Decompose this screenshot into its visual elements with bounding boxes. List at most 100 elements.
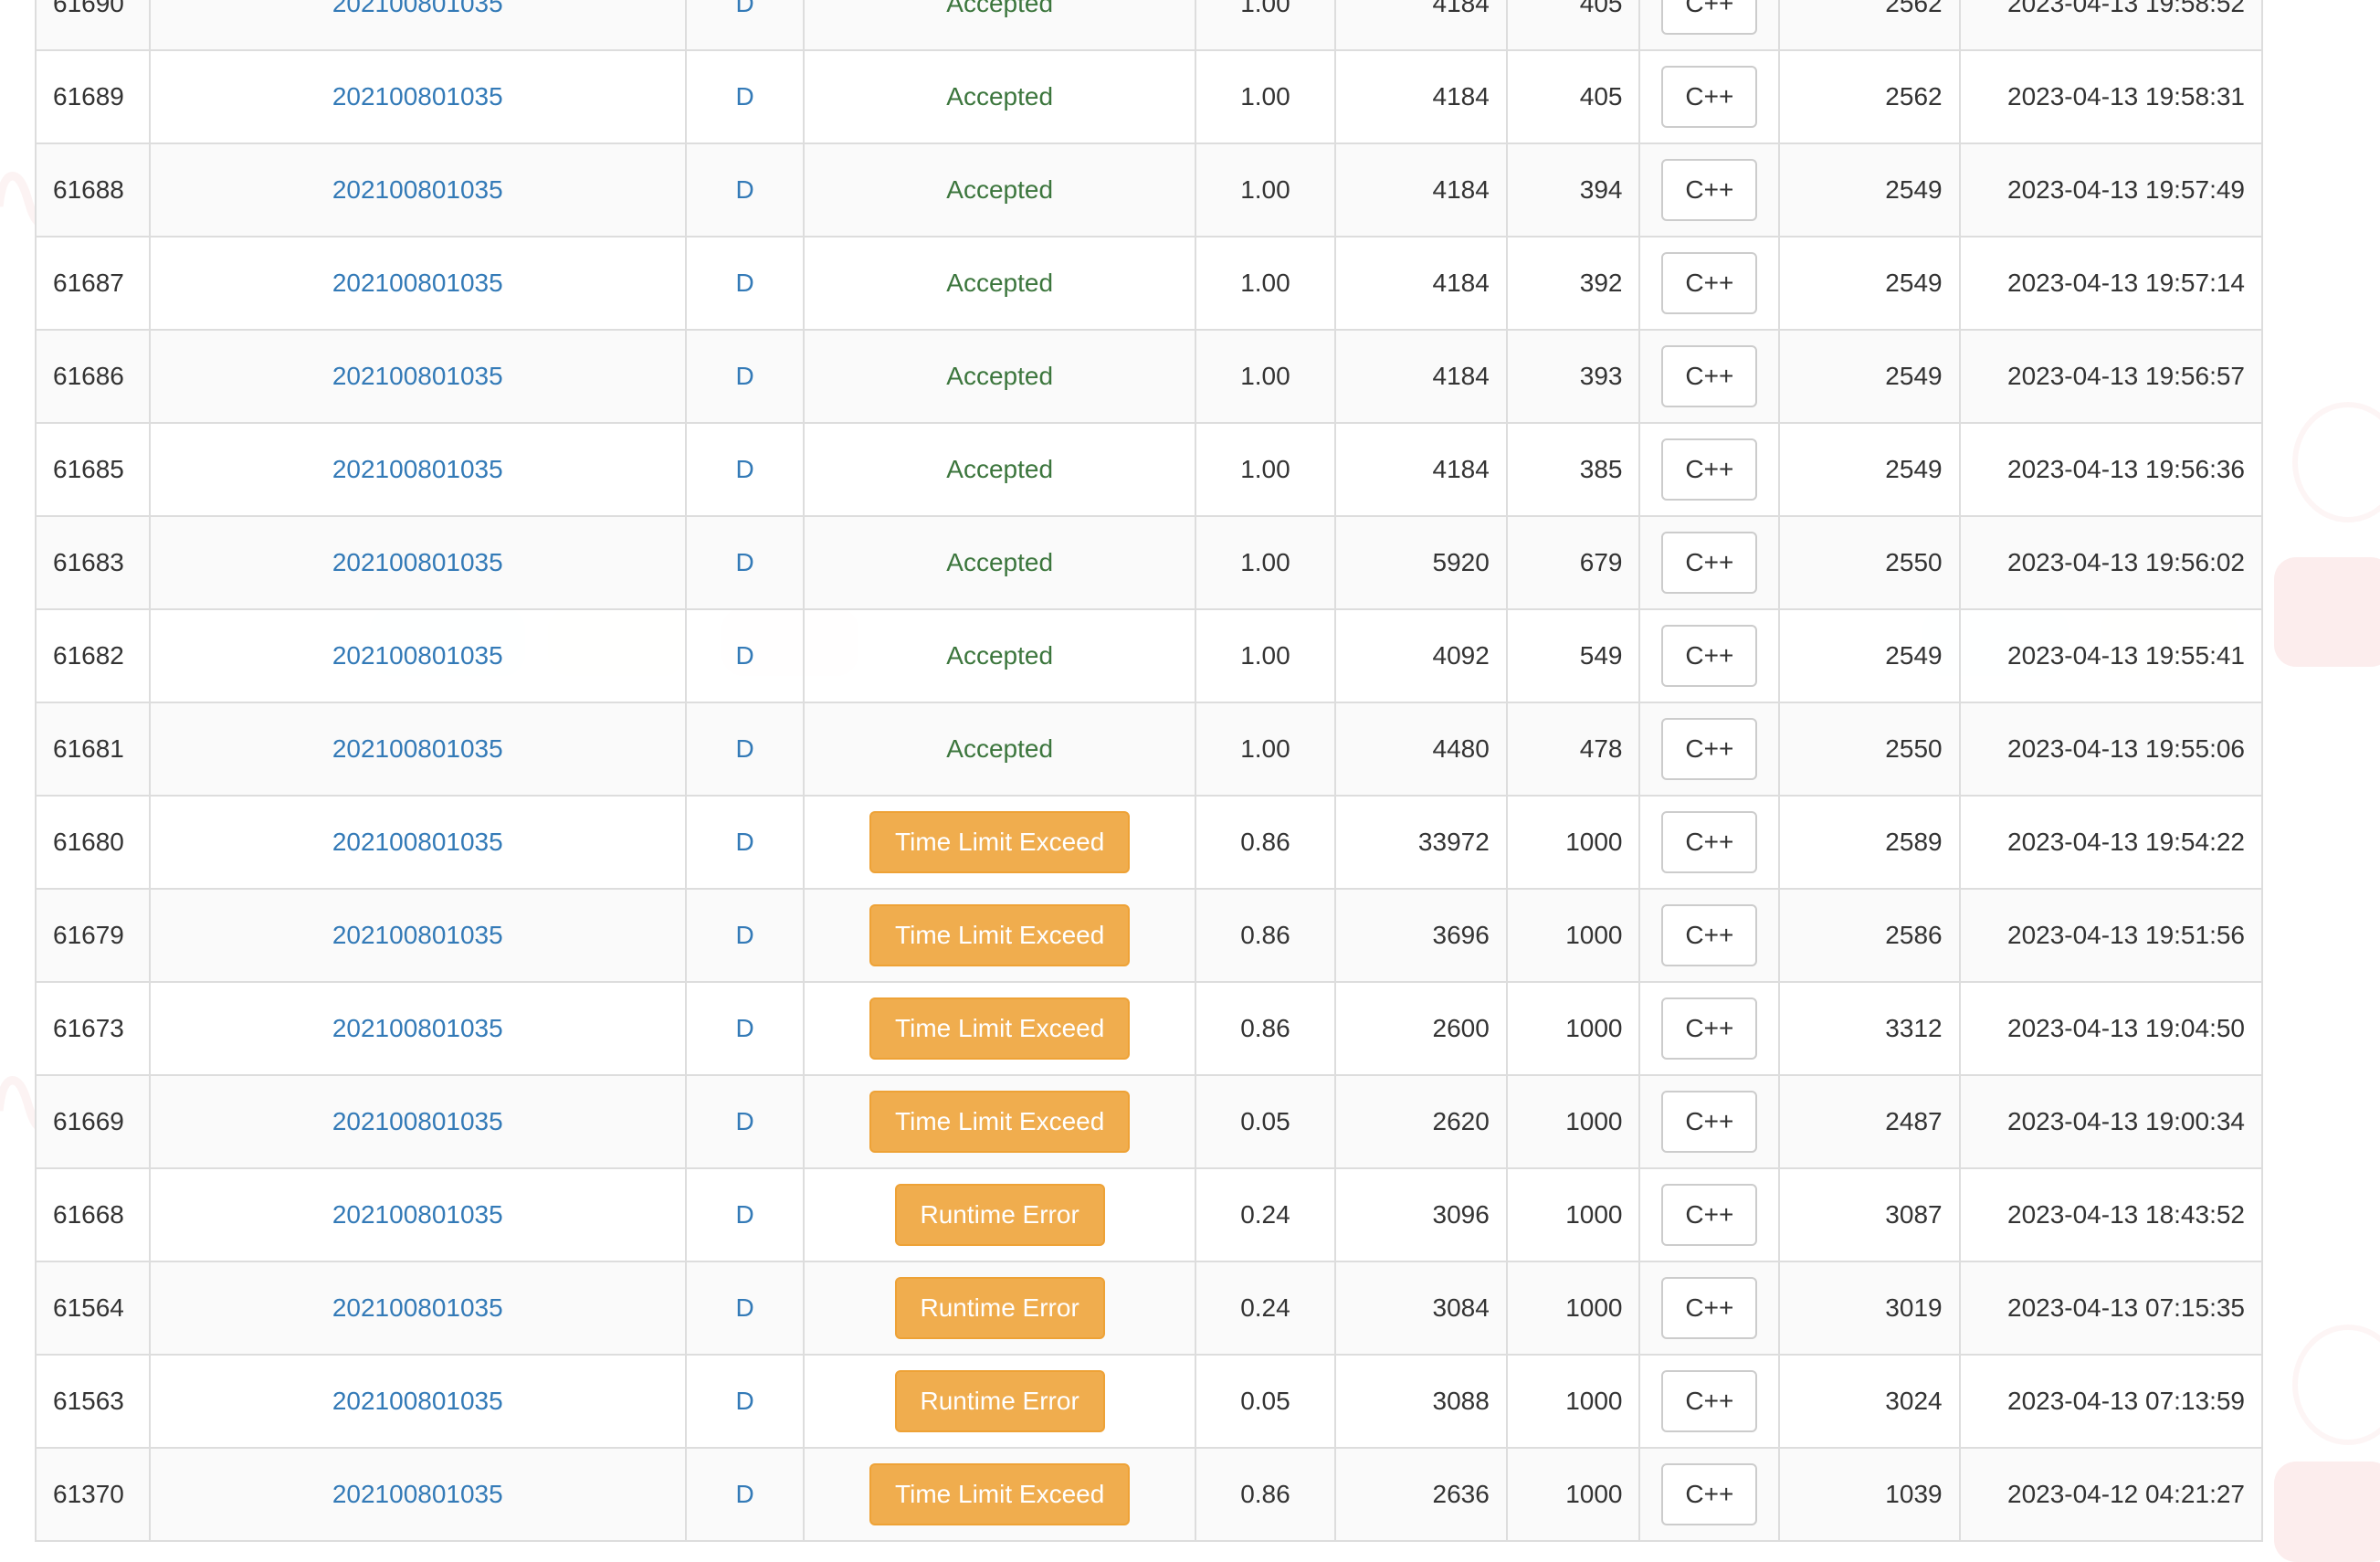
table-row: 61683 202100801035 D Accepted 1.00 5920 679 C++… xyxy=(35,515,2264,610)
problem-link[interactable]: D xyxy=(736,1480,754,1508)
language-button[interactable]: C++ xyxy=(1661,345,1758,407)
language-button[interactable]: C++ xyxy=(1661,1370,1758,1432)
problem-cell: D xyxy=(684,795,806,890)
user-link[interactable]: 202100801035 xyxy=(332,1387,503,1415)
language-button[interactable]: C++ xyxy=(1661,252,1758,314)
submit-time-cell: 2023-04-13 19:04:50 xyxy=(1958,981,2264,1076)
code-length-value: 2550 xyxy=(1885,548,1943,576)
problem-link[interactable]: D xyxy=(736,548,754,576)
language-button[interactable]: C++ xyxy=(1661,438,1758,501)
score-value: 1.00 xyxy=(1240,362,1290,390)
language-button[interactable]: C++ xyxy=(1661,1091,1758,1153)
language-button[interactable]: C++ xyxy=(1661,718,1758,780)
user-link[interactable]: 202100801035 xyxy=(332,641,503,670)
run-id-cell: 61682 xyxy=(35,608,151,703)
user-link[interactable]: 202100801035 xyxy=(332,362,503,390)
problem-link[interactable]: D xyxy=(736,1107,754,1135)
result-badge[interactable]: Runtime Error xyxy=(894,1277,1105,1339)
problem-link[interactable]: D xyxy=(736,1293,754,1322)
language-cell: C++ xyxy=(1638,49,1781,144)
result-badge[interactable]: Time Limit Exceed xyxy=(869,997,1131,1060)
user-link[interactable]: 202100801035 xyxy=(332,1014,503,1042)
user-link[interactable]: 202100801035 xyxy=(332,82,503,111)
result-cell: Time Limit Exceed xyxy=(803,1074,1197,1169)
problem-link[interactable]: D xyxy=(736,828,754,856)
language-button[interactable]: C++ xyxy=(1661,904,1758,966)
problem-link[interactable]: D xyxy=(736,1014,754,1042)
user-link[interactable]: 202100801035 xyxy=(332,921,503,949)
user-link[interactable]: 202100801035 xyxy=(332,548,503,576)
language-button[interactable]: C++ xyxy=(1661,532,1758,594)
score-value: 1.00 xyxy=(1240,175,1290,204)
user-link[interactable]: 202100801035 xyxy=(332,175,503,204)
table-row: 61669 202100801035 D Time Limit Exceed 0.05 2… xyxy=(35,1074,2264,1169)
score-value: 1.00 xyxy=(1240,82,1290,111)
language-button[interactable]: C++ xyxy=(1661,66,1758,128)
problem-link[interactable]: D xyxy=(736,0,754,17)
problem-link[interactable]: D xyxy=(736,362,754,390)
table-row: 61690 202100801035 D Accepted 1.00 4184 405 C++… xyxy=(35,0,2264,51)
language-cell: C++ xyxy=(1638,422,1781,517)
user-link[interactable]: 202100801035 xyxy=(332,269,503,297)
problem-link[interactable]: D xyxy=(736,175,754,204)
submit-time-value: 2023-04-13 19:56:36 xyxy=(2007,455,2245,483)
user-link[interactable]: 202100801035 xyxy=(332,1200,503,1229)
language-button[interactable]: C++ xyxy=(1661,1463,1758,1525)
time-value: 1000 xyxy=(1565,1480,1623,1508)
result-badge[interactable]: Time Limit Exceed xyxy=(869,811,1131,873)
score-value: 0.05 xyxy=(1240,1387,1290,1415)
problem-link[interactable]: D xyxy=(736,1200,754,1229)
result-badge[interactable]: Time Limit Exceed xyxy=(869,904,1131,966)
problem-link[interactable]: D xyxy=(736,82,754,111)
result-badge[interactable]: Time Limit Exceed xyxy=(869,1463,1131,1525)
table-row: 61673 202100801035 D Time Limit Exceed 0.86 2… xyxy=(35,981,2264,1076)
user-link[interactable]: 202100801035 xyxy=(332,828,503,856)
run-id: 61685 xyxy=(53,455,124,483)
code-length-value: 2549 xyxy=(1885,175,1943,204)
result-badge[interactable]: Runtime Error xyxy=(894,1184,1105,1246)
memory-value: 3084 xyxy=(1432,1293,1490,1322)
problem-cell: D xyxy=(684,236,806,331)
user-link[interactable]: 202100801035 xyxy=(332,455,503,483)
result-badge[interactable]: Time Limit Exceed xyxy=(869,1091,1131,1153)
table-row: 61689 202100801035 D Accepted 1.00 4184 405 C++… xyxy=(35,49,2264,144)
problem-link[interactable]: D xyxy=(736,455,754,483)
problem-link[interactable]: D xyxy=(736,921,754,949)
language-button[interactable]: C++ xyxy=(1661,997,1758,1060)
language-button[interactable]: C++ xyxy=(1661,625,1758,687)
user-link[interactable]: 202100801035 xyxy=(332,1293,503,1322)
code-length-cell: 2589 xyxy=(1778,795,1961,890)
problem-cell: D xyxy=(684,888,806,983)
run-id-cell: 61681 xyxy=(35,702,151,797)
language-button[interactable]: C++ xyxy=(1661,159,1758,221)
score-value: 1.00 xyxy=(1240,734,1290,763)
user-link[interactable]: 202100801035 xyxy=(332,0,503,17)
language-button[interactable]: C++ xyxy=(1661,1184,1758,1246)
submit-time-value: 2023-04-13 19:58:31 xyxy=(2007,82,2245,111)
table-row: 61681 202100801035 D Accepted 1.00 4480 478 C++… xyxy=(35,702,2264,797)
time-cell: 1000 xyxy=(1505,1354,1641,1449)
problem-link[interactable]: D xyxy=(736,734,754,763)
problem-link[interactable]: D xyxy=(736,1387,754,1415)
submit-time-cell: 2023-04-13 19:51:56 xyxy=(1958,888,2264,983)
language-button[interactable]: C++ xyxy=(1661,1277,1758,1339)
result-accepted-text: Accepted xyxy=(946,0,1054,17)
submit-time-cell: 2023-04-13 19:00:34 xyxy=(1958,1074,2264,1169)
problem-link[interactable]: D xyxy=(736,641,754,670)
language-button[interactable]: C++ xyxy=(1661,811,1758,873)
score-value: 0.05 xyxy=(1240,1107,1290,1135)
submit-time-value: 2023-04-13 19:55:41 xyxy=(2007,641,2245,670)
memory-cell: 2620 xyxy=(1333,1074,1508,1169)
run-id: 61689 xyxy=(53,82,124,111)
result-badge[interactable]: Runtime Error xyxy=(894,1370,1105,1432)
problem-link[interactable]: D xyxy=(736,269,754,297)
language-button[interactable]: C++ xyxy=(1661,0,1758,35)
code-length-cell: 2549 xyxy=(1778,142,1961,237)
user-link[interactable]: 202100801035 xyxy=(332,1480,503,1508)
user-link[interactable]: 202100801035 xyxy=(332,734,503,763)
run-id: 61682 xyxy=(53,641,124,670)
memory-value: 4184 xyxy=(1432,82,1490,111)
user-link[interactable]: 202100801035 xyxy=(332,1107,503,1135)
time-cell: 1000 xyxy=(1505,795,1641,890)
user-cell: 202100801035 xyxy=(148,795,688,890)
